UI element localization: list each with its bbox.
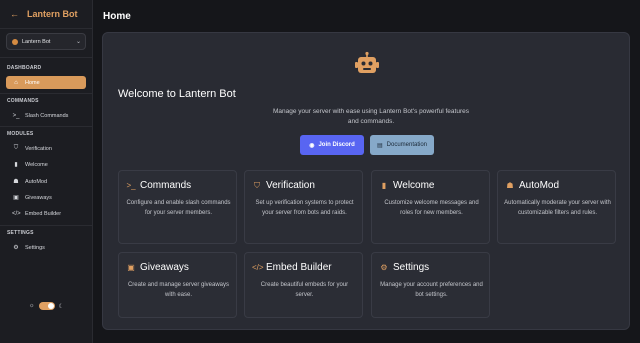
- welcome-panel: Welcome to Lantern Bot Manage your serve…: [102, 32, 630, 330]
- feature-title: Commands: [140, 180, 192, 191]
- feature-title: AutoMod: [519, 180, 560, 191]
- code-icon: </>: [12, 210, 21, 217]
- home-icon: ⌂: [14, 79, 18, 86]
- door-icon: ▮: [381, 181, 387, 190]
- feature-desc: Create beautiful embeds for your server.: [260, 282, 349, 298]
- gear-icon: ⚙: [380, 263, 388, 272]
- feature-card-settings[interactable]: ⚙ Settings Manage your account preferenc…: [371, 252, 490, 318]
- page-title: Home: [103, 11, 131, 22]
- divider: [0, 57, 93, 58]
- server-selector[interactable]: Lantern Bot ⌄: [6, 33, 86, 50]
- sidebar-item-label: Settings: [25, 244, 45, 251]
- feature-desc: Manage your account preferences and bot …: [380, 282, 483, 298]
- switch-knob: [47, 303, 54, 309]
- feature-title: Giveaways: [140, 262, 189, 273]
- section-label-dashboard: DASHBOARD: [7, 65, 42, 71]
- sidebar-item-welcome[interactable]: ▮ Welcome: [6, 158, 86, 171]
- sidebar-item-embed-builder[interactable]: </> Embed Builder: [6, 207, 86, 220]
- feature-desc: Automatically moderate your server with …: [504, 200, 611, 216]
- section-label-commands: COMMANDS: [7, 98, 39, 104]
- sidebar-item-settings[interactable]: ⚙ Settings: [6, 241, 86, 254]
- welcome-title: Welcome to Lantern Bot: [118, 88, 236, 100]
- welcome-subtitle: Manage your server with ease using Lante…: [273, 108, 469, 125]
- feature-title: Welcome: [393, 180, 435, 191]
- feature-card-embed-builder[interactable]: </> Embed Builder Create beautiful embed…: [244, 252, 363, 318]
- sidebar-item-label: Home: [25, 79, 40, 86]
- feature-card-welcome[interactable]: ▮ Welcome Customize welcome messages and…: [371, 170, 490, 244]
- sidebar-item-label: AutoMod: [25, 178, 48, 185]
- section-label-modules: MODULES: [7, 131, 34, 137]
- robot-icon: [355, 51, 379, 73]
- feature-card-giveaways[interactable]: ▣ Giveaways Create and manage server giv…: [118, 252, 237, 318]
- code-icon: </>: [252, 263, 264, 272]
- shield-icon: ⛉: [254, 180, 260, 190]
- shield-icon: ⛉: [13, 145, 19, 151]
- join-discord-button[interactable]: ◉ Join Discord: [300, 135, 364, 155]
- discord-icon: ◉: [309, 142, 315, 149]
- feature-card-verification[interactable]: ⛉ Verification Set up verification syste…: [244, 170, 363, 244]
- sidebar: ← Lantern Bot Lantern Bot ⌄ DASHBOARD ⌂ …: [0, 0, 93, 343]
- server-name: Lantern Bot: [22, 38, 51, 45]
- sidebar-item-giveaways[interactable]: ▣ Giveaways: [6, 191, 86, 204]
- sidebar-item-label: Slash Commands: [25, 112, 69, 119]
- feature-card-commands[interactable]: >_ Commands Configure and enable slash c…: [118, 170, 237, 244]
- sidebar-item-label: Welcome: [25, 161, 48, 168]
- sidebar-item-slash-commands[interactable]: >_ Slash Commands: [6, 109, 86, 122]
- feature-title: Embed Builder: [266, 262, 332, 273]
- server-logo-icon: [12, 38, 18, 45]
- terminal-icon: >_: [126, 181, 136, 190]
- gear-icon: ⚙: [13, 245, 19, 251]
- feature-title: Settings: [393, 262, 430, 273]
- gift-icon: ▣: [127, 263, 135, 272]
- feature-desc: Set up verification systems to protect y…: [255, 200, 354, 216]
- moon-icon: ☾: [58, 303, 64, 310]
- section-label-settings: SETTINGS: [7, 230, 34, 236]
- brand-bar: ← Lantern Bot: [0, 0, 93, 29]
- feature-desc: Customize welcome messages and roles for…: [384, 200, 479, 216]
- sidebar-item-label: Giveaways: [25, 194, 52, 201]
- divider: [0, 93, 93, 94]
- divider: [0, 126, 93, 127]
- sidebar-item-verification[interactable]: ⛉ Verification: [6, 142, 86, 155]
- door-icon: ▮: [14, 162, 18, 168]
- documentation-button[interactable]: ▤ Documentation: [370, 135, 434, 155]
- theme-toggle[interactable]: ☼ ☾: [29, 302, 64, 310]
- feature-card-automod[interactable]: ☗ AutoMod Automatically moderate your se…: [497, 170, 616, 244]
- sidebar-item-label: Verification: [25, 145, 52, 152]
- feature-title: Verification: [266, 180, 315, 191]
- divider: [0, 225, 93, 226]
- theme-switch[interactable]: [38, 302, 55, 310]
- brand-title: Lantern Bot: [27, 9, 78, 19]
- sun-icon: ☼: [29, 303, 35, 309]
- robot-icon: ☗: [506, 181, 514, 190]
- terminal-icon: >_: [12, 112, 20, 119]
- documentation-label: Documentation: [386, 142, 428, 148]
- sidebar-item-home[interactable]: ⌂ Home: [6, 76, 86, 89]
- join-discord-label: Join Discord: [318, 142, 355, 148]
- sidebar-item-label: Embed Builder: [25, 210, 62, 217]
- feature-desc: Create and manage server giveaways with …: [127, 282, 230, 298]
- chevron-down-icon: ⌄: [75, 39, 81, 45]
- arrow-left-icon[interactable]: ←: [10, 9, 19, 19]
- feature-desc: Configure and enable slash commands for …: [126, 200, 231, 216]
- gift-icon: ▣: [13, 195, 19, 201]
- robot-icon: ☗: [13, 179, 19, 185]
- book-icon: ▤: [376, 142, 383, 149]
- sidebar-item-automod[interactable]: ☗ AutoMod: [6, 175, 86, 188]
